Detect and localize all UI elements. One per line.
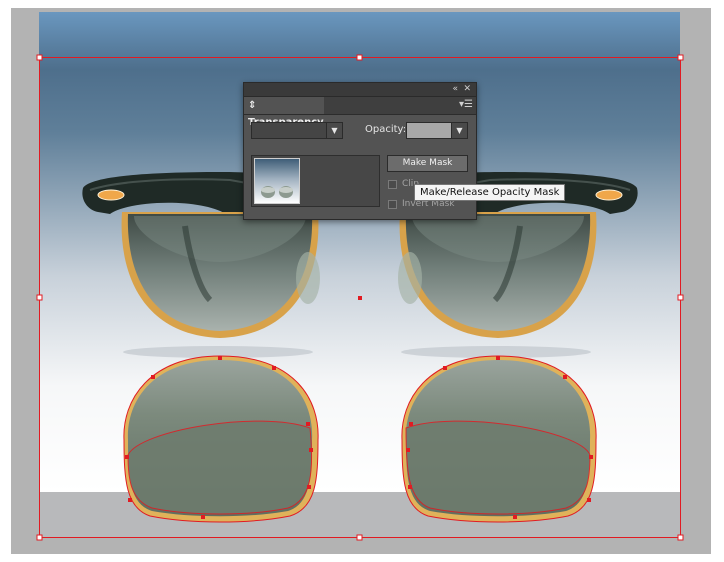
artwork-thumbnail[interactable] xyxy=(254,158,300,204)
make-mask-button[interactable]: Make Mask xyxy=(387,155,468,172)
blend-mode-select[interactable]: ▼ xyxy=(251,122,343,139)
tab-transparency[interactable]: ⇕ Transparency xyxy=(244,97,324,128)
panel-tab-row: ⇕ Transparency ▾☰ xyxy=(244,97,476,128)
close-icon[interactable]: ✕ xyxy=(463,83,471,96)
thumbnail-well xyxy=(251,155,380,207)
panel-title-strip[interactable]: « ✕ xyxy=(244,83,476,97)
center-point xyxy=(358,296,362,300)
invert-mask-checkbox[interactable] xyxy=(388,200,397,209)
tooltip: Make/Release Opacity Mask xyxy=(414,184,566,201)
expand-collapse-arrows-icon: ⇕ xyxy=(248,100,257,111)
double-chevron-icon[interactable]: « xyxy=(452,83,458,96)
clip-checkbox[interactable] xyxy=(388,180,397,189)
opacity-field[interactable]: ▼ xyxy=(406,122,468,139)
panel-menu-icon[interactable]: ▾☰ xyxy=(459,99,473,111)
chevron-down-icon[interactable]: ▼ xyxy=(451,123,467,138)
opacity-label: Opacity: xyxy=(365,124,407,135)
chevron-down-icon[interactable]: ▼ xyxy=(326,123,342,138)
